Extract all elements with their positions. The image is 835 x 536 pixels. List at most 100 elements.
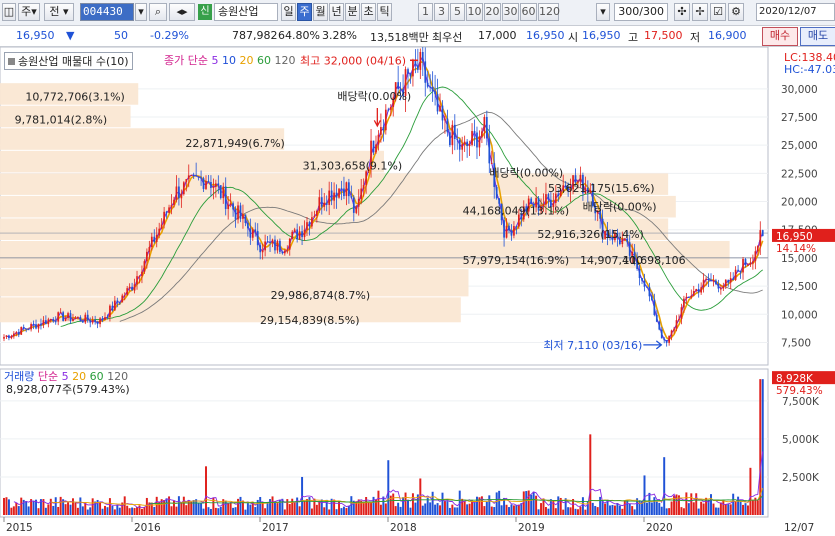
prev-next-icon[interactable]: ◂▸ [169,3,195,21]
volume-bar [414,502,417,515]
candle-body [729,278,732,283]
code-dropdown-icon[interactable]: ▾ [135,3,147,21]
buy-button[interactable]: 매수 [762,27,798,46]
volume-bar [131,507,134,515]
candle-body [468,144,471,147]
candle-body [62,312,64,321]
candle-body [483,117,486,132]
volume-bar [712,503,715,515]
volume-bar [512,505,515,515]
period-tab-4[interactable]: 분 [345,3,360,21]
candle-body [291,231,294,239]
volume-bar [451,504,454,515]
price-legend[interactable]: 송원산업 매물대 수(10) [4,52,133,70]
candle-body [335,192,338,198]
ma20-label: 20 [239,54,254,67]
period-tab-0[interactable]: 일 [281,3,296,21]
candle-body [754,251,757,262]
interval-button-20[interactable]: 20 [484,3,501,21]
checkbox-icon[interactable]: ☑ [710,3,726,21]
volume-bar [483,506,486,515]
dividend-label-0: 배당락(0.00%) [337,90,411,103]
crosshair-icon[interactable]: ✢ [692,3,708,21]
candle-body [163,211,165,225]
candle-body [705,278,707,280]
interval-dropdown-icon[interactable]: ▾ [596,3,610,21]
interval-button-5[interactable]: 5 [450,3,465,21]
candle-body [380,127,382,135]
candle-body [69,313,72,321]
ask-price: 17,000 [478,29,517,42]
candle-body [330,190,333,201]
chart-menu-icon[interactable]: ◫ [2,3,16,21]
candle-body [86,314,89,321]
ma5-label: 5 [211,54,219,67]
volume-bar [335,509,338,515]
period-tab-5[interactable]: 초 [361,3,376,21]
interval-button-120[interactable]: 120 [538,3,560,21]
volume-ratio: 64.80% [278,29,320,42]
settings-icon[interactable]: ⚙ [728,3,744,21]
volume-bar [431,491,434,515]
candle-body [503,220,505,238]
date-field[interactable]: 2020/12/07 [756,3,835,21]
stock-chart[interactable]: 30,00027,50025,00022,50020,00017,50015,0… [0,47,835,536]
search-icon[interactable]: ⌕ [149,3,167,21]
interval-button-1[interactable]: 1 [418,3,433,21]
candle-body [234,209,237,220]
candle-body [665,340,668,343]
volume-bar [599,496,602,515]
period-tab-2[interactable]: 월 [313,3,328,21]
candle-body [12,333,15,337]
volume-bar [89,507,92,515]
candle-body [461,143,464,150]
candle-body [444,118,446,121]
candle-body [254,229,257,232]
interval-button-3[interactable]: 3 [434,3,449,21]
volume-bar [397,502,400,515]
period-tab-3[interactable]: 년 [329,3,344,21]
candle-body [178,186,180,199]
candle-body [200,177,202,179]
volume-bar [44,507,47,515]
candle-body [737,269,739,272]
volume-bar [7,499,10,515]
bar-count-field[interactable]: 300/300 [614,3,668,21]
volume-bar [190,502,193,515]
chart-type-label: 주 [21,5,32,18]
tools-icon[interactable]: ✣ [674,3,690,21]
volume-bar [473,502,476,515]
candle-body [96,322,99,325]
volume-bar [283,509,286,515]
volume-profile-label-5: 53,621,175(15.6%) [548,182,655,195]
candle-body [296,229,299,240]
sell-button[interactable]: 매도 [800,27,835,46]
candle-body [375,144,377,153]
period-tab-6[interactable]: 틱 [377,3,392,21]
candle-body [286,249,289,251]
volume-bar [64,504,67,515]
period-tab-1[interactable]: 주 [297,3,312,21]
candle-body [57,312,60,322]
interval-button-30[interactable]: 30 [502,3,519,21]
candle-body [318,197,321,211]
volume-profile-label-2: 22,871,949(6.7%) [185,137,285,150]
candle-body [690,295,693,298]
x-axis-year-3: 2018 [390,522,417,534]
stock-name-field[interactable]: 송원산업 [214,3,278,21]
candle-body [653,299,656,315]
interval-button-60[interactable]: 60 [520,3,537,21]
candle-body [357,198,360,207]
previous-dropdown[interactable]: 전 ▾ [44,3,74,21]
interval-button-10[interactable]: 10 [466,3,483,21]
volume-bar [362,501,365,515]
volume-bar [104,505,106,515]
volume-bar [535,495,538,515]
candle-body [99,318,101,325]
chart-type-dropdown[interactable]: 주▾ [18,3,40,21]
candle-body [160,224,163,229]
stock-code-input[interactable]: 004430 [80,3,134,21]
volume-bar [453,507,456,515]
volume-bar [310,508,313,515]
legend-color-icon [8,58,15,65]
